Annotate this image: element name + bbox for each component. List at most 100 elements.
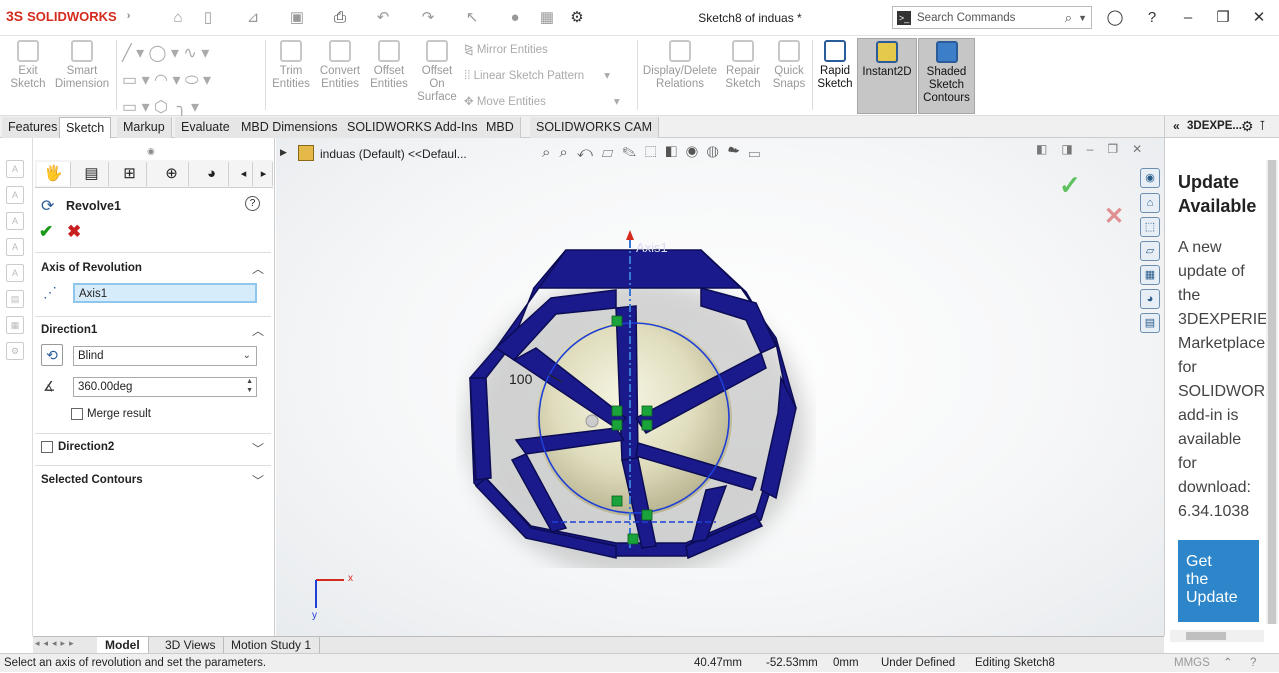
search-dropdown-icon[interactable]: ▼ <box>1078 13 1087 23</box>
restore-viewport-icon[interactable]: ❐ <box>1107 142 1132 156</box>
expand-chevron-icon[interactable]: ﹀ <box>252 440 264 457</box>
confirmation-cancel-icon[interactable]: ✕ <box>1104 202 1124 231</box>
display-manager-tab-icon[interactable]: ◕ <box>195 162 229 186</box>
tab-mbd[interactable]: MBD <box>480 117 521 138</box>
feature-manager-tab-icon[interactable]: 🖐 <box>37 162 71 186</box>
view-palette-icon[interactable]: ▦ <box>1140 265 1160 285</box>
redo-icon[interactable]: ↷ <box>418 8 438 28</box>
collapse-chevron-icon[interactable]: « <box>1173 119 1180 133</box>
tab-solidworks-cam[interactable]: SOLIDWORKS CAM <box>530 117 659 138</box>
restore-button[interactable]: ❐ <box>1212 8 1234 28</box>
ink-tool-icon[interactable]: A <box>6 160 24 178</box>
home-icon[interactable]: ⌂ <box>168 8 188 28</box>
checkbox-icon[interactable] <box>41 441 53 453</box>
end-condition-select[interactable]: Blind ⌄ <box>73 346 257 366</box>
ok-checkmark-button[interactable]: ✔ <box>39 222 53 242</box>
cancel-x-button[interactable]: ✖ <box>67 222 81 242</box>
open-icon[interactable]: ⊿ <box>243 8 263 28</box>
property-manager-tab-icon[interactable]: ▤ <box>75 162 109 186</box>
tab-features[interactable]: Features <box>2 117 65 138</box>
solidworks-resources-icon[interactable]: ⌂ <box>1140 193 1160 213</box>
quick-tips-icon[interactable]: ? <box>1250 654 1256 673</box>
ink-tool-icon[interactable]: ▤ <box>6 290 24 308</box>
move-entities-button[interactable]: ✥ Move Entities ▾ <box>464 94 620 108</box>
scrollbar-thumb[interactable] <box>1186 632 1226 640</box>
confirmation-ok-icon[interactable]: ✓ <box>1059 170 1081 201</box>
scrollbar-thumb[interactable] <box>1268 160 1276 624</box>
search-icon[interactable]: ⌕ <box>1065 10 1072 26</box>
offset-on-surface-button[interactable]: Offset On Surface <box>416 40 458 104</box>
linear-sketch-pattern-button[interactable]: ⁞⁞ Linear Sketch Pattern ▾ <box>464 68 610 82</box>
model-graphic[interactable]: Axis1 100 <box>456 228 816 568</box>
file-explorer-icon[interactable]: ▱ <box>1140 241 1160 261</box>
checkbox-icon[interactable] <box>71 408 83 420</box>
minimize-button[interactable]: – <box>1177 8 1199 28</box>
mirror-entities-button[interactable]: ⧎ Mirror Entities <box>464 42 548 56</box>
view-settings-icon[interactable]: ▭ <box>749 144 769 161</box>
solidworks-logo[interactable]: 3S SOLIDWORKS › <box>6 8 130 24</box>
zoom-to-area-icon[interactable]: ⌕ <box>559 144 576 161</box>
user-account-icon[interactable]: ◯ <box>1104 8 1126 28</box>
tab-markup[interactable]: Markup <box>117 117 172 138</box>
settings-gear-icon[interactable]: ⚙ <box>1241 118 1254 135</box>
angle-input[interactable]: 360.00deg ▲ ▼ <box>73 377 257 397</box>
options-gear-icon[interactable]: ⚙ <box>567 8 587 28</box>
ink-tool-icon[interactable]: A <box>6 186 24 204</box>
new-document-icon[interactable]: ▯ <box>198 8 218 28</box>
direction1-header[interactable]: Direction1 <box>41 324 281 336</box>
ink-tool-icon[interactable]: ⚙ <box>6 342 24 360</box>
exit-sketch-button[interactable]: Exit Sketch <box>8 40 48 91</box>
quick-snaps-button[interactable]: Quick Snaps <box>770 40 808 91</box>
tab-scroll-left-icon[interactable]: ◂ <box>235 162 253 186</box>
tab-evaluate[interactable]: Evaluate <box>175 117 237 138</box>
dimxpert-tab-icon[interactable]: ⊕ <box>155 162 189 186</box>
horizontal-scrollbar[interactable] <box>1170 630 1264 642</box>
trim-entities-button[interactable]: Trim Entities <box>270 40 312 91</box>
axis-selection-field[interactable]: Axis1 <box>73 283 257 303</box>
tab-solidworks-add-ins[interactable]: SOLIDWORKS Add-Ins <box>341 117 485 138</box>
expand-tree-icon[interactable]: ▶ <box>280 147 287 158</box>
feature-tree-flyout[interactable]: induas (Default) <<Defaul... <box>320 147 467 161</box>
configuration-manager-tab-icon[interactable]: ⊞ <box>113 162 147 186</box>
pin-icon[interactable]: ⊺ <box>1259 118 1266 134</box>
scene-icon[interactable]: ☁ <box>728 144 749 161</box>
help-icon[interactable]: ? <box>245 196 260 211</box>
help-icon[interactable]: ? <box>1141 8 1163 28</box>
view-orientation-icon[interactable]: ⬚ <box>645 144 666 161</box>
next-viewport-icon[interactable]: ◨ <box>1061 142 1086 156</box>
tab-model[interactable]: Model <box>97 637 149 653</box>
viewport-window-controls[interactable]: ◧◨–❐✕ <box>1036 142 1156 156</box>
rapid-sketch-button[interactable]: Rapid Sketch <box>816 40 854 91</box>
rebuild-icon[interactable]: ● <box>505 8 525 28</box>
shaded-sketch-contours-button[interactable]: Shaded Sketch Contours <box>918 38 975 114</box>
close-button[interactable]: ✕ <box>1248 8 1270 28</box>
unit-system[interactable]: MMGS <box>1174 654 1210 673</box>
appearance-icon[interactable]: ◍ <box>707 144 728 161</box>
collapse-chevron-icon[interactable]: ︿ <box>252 260 264 277</box>
dimension-label[interactable]: 100 <box>509 371 533 387</box>
tab-scroll-arrows[interactable]: ◂◂◂▸▸ <box>35 638 78 649</box>
collapse-chevron-icon[interactable]: ︿ <box>252 322 264 339</box>
convert-entities-button[interactable]: Convert Entities <box>316 40 364 91</box>
offset-entities-button[interactable]: Offset Entities <box>366 40 412 91</box>
save-icon[interactable]: ▣ <box>287 8 307 28</box>
graphics-area[interactable]: ▶ induas (Default) <<Defaul... ⌕⌕⤺▱✎⬚◧◉◍… <box>276 138 1164 636</box>
ink-tool-icon[interactable]: A <box>6 238 24 256</box>
direction2-header[interactable]: Direction2 <box>41 441 281 453</box>
section-view-icon[interactable]: ▱ <box>602 144 622 161</box>
sketch-point[interactable] <box>585 414 599 428</box>
tab-mbd-dimensions[interactable]: MBD Dimensions <box>235 117 345 138</box>
ink-tool-icon[interactable]: ▦ <box>6 316 24 334</box>
display-style-icon[interactable]: ◧ <box>666 144 686 161</box>
design-library-icon[interactable]: ⬚ <box>1140 217 1160 237</box>
tab-3d-views[interactable]: 3D Views <box>157 637 225 653</box>
merge-result-checkbox[interactable]: Merge result <box>71 408 151 420</box>
smart-dimension-button[interactable]: Smart Dimension <box>52 40 112 91</box>
select-icon[interactable]: ↖ <box>462 8 482 28</box>
heads-up-view-toolbar[interactable]: ⌕⌕⤺▱✎⬚◧◉◍☁▭ <box>542 144 769 161</box>
minimize-viewport-icon[interactable]: – <box>1087 142 1108 156</box>
print-icon[interactable]: ⎙ <box>330 8 350 28</box>
repair-sketch-button[interactable]: Repair Sketch <box>722 40 764 91</box>
dynamic-annotation-icon[interactable]: ✎ <box>622 144 645 161</box>
tab-scroll-right-icon[interactable]: ▸ <box>255 162 273 186</box>
